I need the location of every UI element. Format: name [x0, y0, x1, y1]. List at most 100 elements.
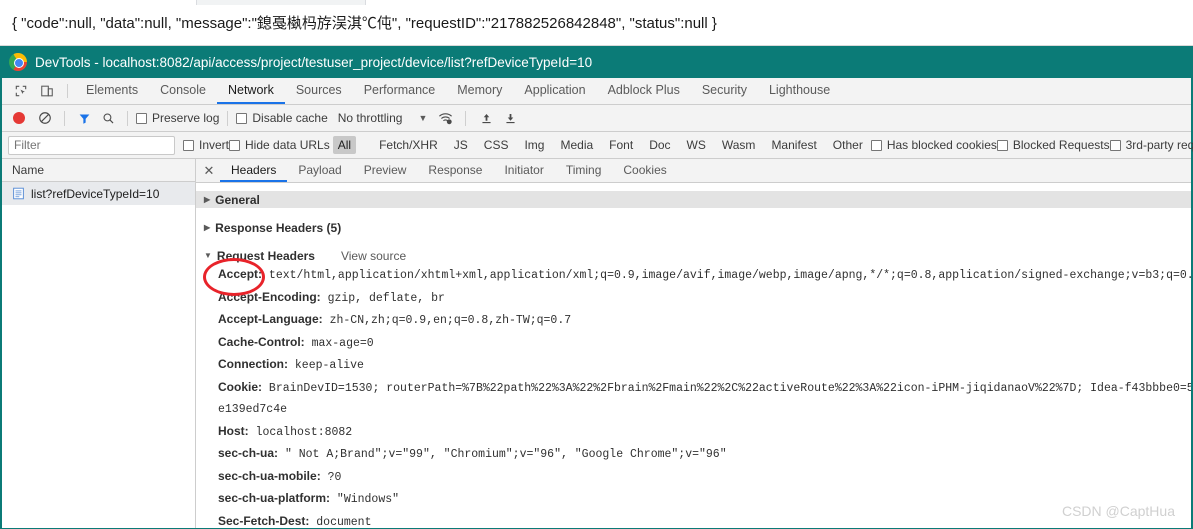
- has-blocked-cookies-label: Has blocked cookies: [886, 138, 997, 152]
- section-general-label: General: [215, 192, 260, 207]
- header-value: "Windows": [336, 493, 400, 506]
- export-har-icon[interactable]: [498, 112, 522, 125]
- type-filter-css[interactable]: CSS: [479, 136, 514, 154]
- header-key: Host:: [218, 423, 249, 438]
- tab-application[interactable]: Application: [513, 78, 596, 104]
- chevron-down-icon[interactable]: ▼: [418, 113, 427, 123]
- tab-elements[interactable]: Elements: [75, 78, 149, 104]
- devtools-title-bar: DevTools - localhost:8082/api/access/pro…: [0, 46, 1193, 78]
- type-filter-all-label: All: [337, 138, 352, 152]
- tab-cookies-label: Cookies: [623, 162, 667, 177]
- toolbar-divider: [227, 110, 229, 126]
- tab-adblock-plus-label: Adblock Plus: [607, 83, 680, 97]
- tab-response[interactable]: Response: [417, 159, 493, 182]
- record-button[interactable]: [13, 112, 25, 124]
- section-request-headers[interactable]: ▼ Request Headers View source: [196, 247, 1191, 264]
- header-key: sec-ch-ua-platform:: [218, 491, 331, 505]
- tab-preview[interactable]: Preview: [353, 159, 418, 182]
- clear-button[interactable]: [34, 111, 56, 125]
- section-request-headers-label: Request Headers: [216, 248, 315, 263]
- close-icon[interactable]: ✕: [198, 159, 220, 182]
- filter-input[interactable]: [8, 135, 175, 155]
- header-row-host: Host: localhost:8082: [196, 421, 1191, 444]
- tab-initiator-label: Initiator: [504, 162, 544, 177]
- third-party-requests-checkbox[interactable]: 3rd-party requests: [1109, 138, 1193, 152]
- type-filter-manifest-label: Manifest: [771, 138, 817, 152]
- preserve-log-label: Preserve log: [152, 111, 220, 125]
- tab-adblock-plus[interactable]: Adblock Plus: [597, 78, 691, 104]
- checkbox-box: [136, 112, 147, 124]
- type-filter-fetch-xhr[interactable]: Fetch/XHR: [374, 136, 443, 154]
- search-button[interactable]: [97, 112, 119, 125]
- type-filter-manifest[interactable]: Manifest: [766, 136, 821, 154]
- request-list-column-header: Name: [2, 159, 195, 182]
- throttling-value: No throttling: [337, 111, 403, 125]
- preserve-log-checkbox[interactable]: Preserve log: [136, 111, 219, 125]
- type-filter-font-label: Font: [609, 138, 634, 152]
- disable-cache-checkbox[interactable]: Disable cache: [236, 111, 328, 125]
- tab-sources-label: Sources: [295, 83, 342, 97]
- checkbox-box: [229, 139, 241, 151]
- device-toolbar-icon[interactable]: [34, 78, 60, 104]
- list-item[interactable]: list?refDeviceTypeId=10: [2, 182, 195, 205]
- section-response-headers[interactable]: ▶ Response Headers (5): [196, 219, 1191, 236]
- tab-memory[interactable]: Memory: [446, 78, 513, 104]
- triangle-down-icon: ▼: [204, 251, 212, 260]
- throttling-select[interactable]: No throttling: [338, 111, 403, 125]
- tab-timing[interactable]: Timing: [555, 159, 613, 182]
- tab-security-label: Security: [701, 83, 747, 97]
- tab-performance[interactable]: Performance: [353, 78, 447, 104]
- view-source-link[interactable]: View source: [341, 249, 406, 263]
- hide-data-urls-checkbox[interactable]: Hide data URLs: [229, 138, 330, 152]
- devtools-title-text: DevTools - localhost:8082/api/access/pro…: [35, 54, 593, 70]
- invert-checkbox[interactable]: Invert: [183, 138, 229, 152]
- type-filter-ws[interactable]: WS: [682, 136, 711, 154]
- chevron-down-glyph: ▼: [418, 113, 428, 123]
- header-key: Connection:: [218, 357, 288, 371]
- tab-performance-label: Performance: [363, 83, 436, 97]
- tab-initiator[interactable]: Initiator: [493, 159, 554, 182]
- tab-network[interactable]: Network: [216, 78, 285, 104]
- header-value: document: [316, 515, 372, 529]
- json-response-text: { "code":null, "data":null, "message":"鎴…: [12, 15, 717, 32]
- type-filter-all[interactable]: All: [332, 136, 357, 154]
- tab-security[interactable]: Security: [691, 78, 758, 104]
- type-filter-js[interactable]: JS: [449, 136, 473, 154]
- header-value: " Not A;Brand";v="99", "Chromium";v="96"…: [284, 448, 727, 461]
- inspect-element-icon[interactable]: [8, 78, 34, 104]
- type-filter-media-label: Media: [560, 138, 594, 152]
- type-filter-media[interactable]: Media: [555, 136, 598, 154]
- header-key: Accept:: [218, 267, 263, 281]
- network-split-view: Name list?refDeviceTypeId=10 ✕ Headers P…: [2, 159, 1191, 528]
- checkbox-box: [1109, 139, 1121, 151]
- filter-button[interactable]: [73, 112, 95, 125]
- header-row-accept-encoding: Accept-Encoding: gzip, deflate, br: [196, 287, 1191, 310]
- has-blocked-cookies-checkbox[interactable]: Has blocked cookies: [870, 138, 997, 152]
- type-filter-img-label: Img: [524, 138, 545, 152]
- header-key: Accept-Language:: [218, 312, 323, 326]
- import-har-icon[interactable]: [474, 112, 498, 125]
- type-filter-ws-label: WS: [686, 138, 706, 152]
- type-filter-font[interactable]: Font: [604, 136, 638, 154]
- type-filter-other[interactable]: Other: [828, 136, 868, 154]
- tab-payload[interactable]: Payload: [287, 159, 352, 182]
- tab-cookies[interactable]: Cookies: [612, 159, 677, 182]
- type-filter-wasm[interactable]: Wasm: [717, 136, 761, 154]
- tab-memory-label: Memory: [457, 83, 503, 97]
- section-general[interactable]: ▶ General: [196, 191, 1191, 208]
- network-conditions-icon[interactable]: [433, 111, 457, 126]
- type-filter-img[interactable]: Img: [519, 136, 549, 154]
- request-detail-pane: ✕ Headers Payload Preview Response Initi…: [196, 159, 1191, 528]
- tab-console[interactable]: Console: [149, 78, 217, 104]
- tab-headers[interactable]: Headers: [220, 159, 288, 182]
- blocked-requests-checkbox[interactable]: Blocked Requests: [996, 138, 1110, 152]
- blocked-requests-label: Blocked Requests: [1012, 138, 1110, 152]
- header-value: BrainDevID=1530; routerPath=%7B%22path%2…: [268, 381, 1191, 395]
- type-filter-doc[interactable]: Doc: [644, 136, 675, 154]
- tab-lighthouse[interactable]: Lighthouse: [758, 78, 841, 104]
- tab-timing-label: Timing: [565, 162, 602, 177]
- type-filter-doc-label: Doc: [649, 138, 671, 152]
- triangle-right-icon: ▶: [204, 223, 211, 232]
- type-filter-fetch-xhr-label: Fetch/XHR: [379, 138, 438, 152]
- tab-sources[interactable]: Sources: [285, 78, 353, 104]
